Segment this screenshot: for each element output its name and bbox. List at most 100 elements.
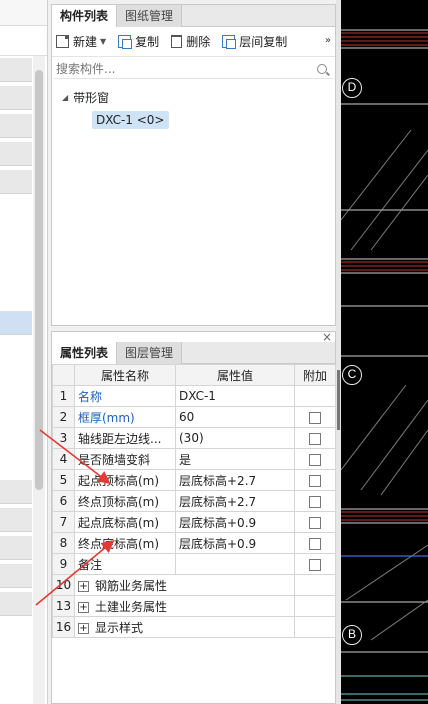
property-name-cell: 终点顶标高(m): [74, 490, 176, 512]
tree-item-selected[interactable]: DXC-1 <0>: [92, 111, 169, 129]
extra-checkbox[interactable]: [309, 537, 321, 550]
group-name-cell[interactable]: + 土建业务属性: [74, 595, 295, 617]
tab-property-list[interactable]: 属性列表: [52, 342, 118, 364]
drawing-canvas[interactable]: D C B: [341, 0, 428, 704]
extra-checkbox[interactable]: [309, 411, 321, 424]
empty-row: [52, 658, 336, 680]
list-item[interactable]: [0, 86, 32, 110]
extra-checkbox[interactable]: [309, 558, 321, 571]
property-value-cell[interactable]: 层底标高+0.9: [175, 511, 295, 533]
property-value-cell[interactable]: 是: [175, 448, 295, 470]
table-group-row[interactable]: 13 + 土建业务属性: [52, 595, 336, 617]
group-name-cell[interactable]: + 显示样式: [74, 616, 295, 638]
table-group-row[interactable]: 16 + 显示样式: [52, 616, 336, 638]
row-index: 13: [52, 595, 75, 617]
table-row[interactable]: 8 终点底标高(m) 层底标高+0.9: [52, 532, 336, 554]
table-group-row[interactable]: 10 + 钢筋业务属性: [52, 574, 336, 596]
list-item[interactable]: [0, 114, 32, 138]
table-row[interactable]: 1 名称 DXC-1: [52, 385, 336, 407]
extra-cell: [294, 574, 336, 596]
expand-icon[interactable]: +: [78, 580, 89, 592]
scrollbar-thumb[interactable]: [35, 70, 43, 490]
list-item[interactable]: [0, 592, 32, 616]
component-panel-tabs: 构件列表 图纸管理: [52, 5, 335, 27]
property-table: 属性名称 属性值 附加 1 名称 DXC-1 2 框厚(mm) 60 3 轴线距左边线...(…: [52, 364, 336, 701]
app-window: 构件列表 图纸管理 新建 ▼ 复制 删除 层间复制 » 搜索构件... ◢ 带形…: [0, 0, 428, 704]
list-item[interactable]: [0, 480, 32, 504]
property-value-cell[interactable]: [175, 553, 295, 575]
list-item[interactable]: [0, 170, 32, 194]
tree-group[interactable]: ◢ 带形窗: [62, 87, 335, 107]
list-item[interactable]: [0, 58, 32, 82]
empty-cell: [295, 680, 336, 701]
table-row[interactable]: 5 起点顶标高(m) 层底标高+2.7: [52, 469, 336, 491]
chevron-down-icon: ▼: [100, 37, 107, 46]
table-header-row: 属性名称 属性值 附加: [52, 364, 336, 386]
property-value-cell[interactable]: DXC-1: [175, 385, 295, 407]
list-item[interactable]: [0, 508, 32, 532]
property-panel: × 属性列表 图层管理 属性名称 属性值 附加 1 名称 DXC-1 2 框厚(mm) 6…: [51, 330, 336, 704]
table-row[interactable]: 2 框厚(mm) 60: [52, 406, 336, 428]
tab-component-list[interactable]: 构件列表: [52, 5, 118, 27]
extra-cell: [294, 553, 336, 575]
extra-checkbox[interactable]: [309, 453, 321, 466]
expand-icon[interactable]: +: [78, 622, 89, 634]
list-item[interactable]: [0, 536, 32, 560]
collapse-icon[interactable]: ◢: [62, 93, 68, 102]
property-value-cell[interactable]: (30): [175, 427, 295, 449]
close-icon[interactable]: ×: [322, 330, 332, 344]
component-tree: ◢ 带形窗 DXC-1 <0>: [52, 81, 335, 129]
left-panel: [0, 0, 48, 704]
table-row[interactable]: 6 终点顶标高(m) 层底标高+2.7: [52, 490, 336, 512]
search-input[interactable]: [54, 61, 317, 76]
extra-cell: [294, 511, 336, 533]
list-item[interactable]: [0, 564, 32, 588]
row-index: 4: [52, 448, 75, 470]
toolbar-overflow-icon[interactable]: »: [325, 35, 331, 46]
property-value-cell[interactable]: 层底标高+0.9: [175, 532, 295, 554]
property-value-cell[interactable]: 60: [175, 406, 295, 428]
splitter-handle[interactable]: [337, 370, 340, 430]
floor-copy-button-label: 层间复制: [239, 35, 288, 49]
delete-button[interactable]: 删除: [171, 33, 210, 50]
tree-group-label: 带形窗: [73, 90, 110, 105]
drawing-lines: [341, 29, 428, 701]
expand-icon[interactable]: +: [78, 601, 89, 613]
row-index: [52, 658, 75, 680]
row-index: 9: [52, 553, 75, 575]
row-index: 1: [52, 385, 75, 407]
copy-button[interactable]: 复制: [118, 33, 159, 50]
trash-icon: [171, 35, 183, 48]
search-icon[interactable]: [317, 63, 327, 74]
extra-checkbox[interactable]: [309, 495, 321, 508]
table-row[interactable]: 7 起点底标高(m) 层底标高+0.9: [52, 511, 336, 533]
table-row[interactable]: 3 轴线距左边线... (30): [52, 427, 336, 449]
table-row[interactable]: 9 备注: [52, 553, 336, 575]
property-value-cell[interactable]: 层底标高+2.7: [175, 469, 295, 491]
tab-drawing-management[interactable]: 图纸管理: [117, 5, 183, 27]
new-button[interactable]: 新建 ▼: [56, 33, 106, 50]
floor-copy-button[interactable]: 层间复制: [222, 33, 287, 50]
axis-label-d: D: [342, 78, 362, 98]
header-index: [52, 364, 75, 386]
tab-layer-management[interactable]: 图层管理: [117, 342, 183, 364]
group-name-cell[interactable]: + 钢筋业务属性: [74, 574, 295, 596]
list-item[interactable]: [0, 142, 32, 166]
row-index: 2: [52, 406, 75, 428]
component-toolbar: 新建 ▼ 复制 删除 层间复制: [52, 27, 335, 57]
extra-cell: [294, 427, 336, 449]
property-panel-tabs: 属性列表 图层管理: [52, 342, 335, 364]
row-index: [52, 637, 75, 659]
table-row[interactable]: 4 是否随墙变斜是: [52, 448, 336, 470]
extra-checkbox[interactable]: [309, 432, 321, 445]
property-table-body: 1 名称 DXC-1 2 框厚(mm) 60 3 轴线距左边线... (30) 4 是否随墙变斜是 5…: [52, 385, 336, 701]
list-item-selected[interactable]: [0, 311, 32, 335]
empty-cell: [75, 638, 176, 659]
empty-cell: [176, 638, 295, 659]
extra-checkbox[interactable]: [309, 474, 321, 487]
empty-cell: [75, 659, 176, 680]
header-property-value: 属性值: [175, 364, 295, 386]
property-value-cell[interactable]: 层底标高+2.7: [175, 490, 295, 512]
left-panel-header: [0, 0, 47, 26]
extra-checkbox[interactable]: [309, 516, 321, 529]
